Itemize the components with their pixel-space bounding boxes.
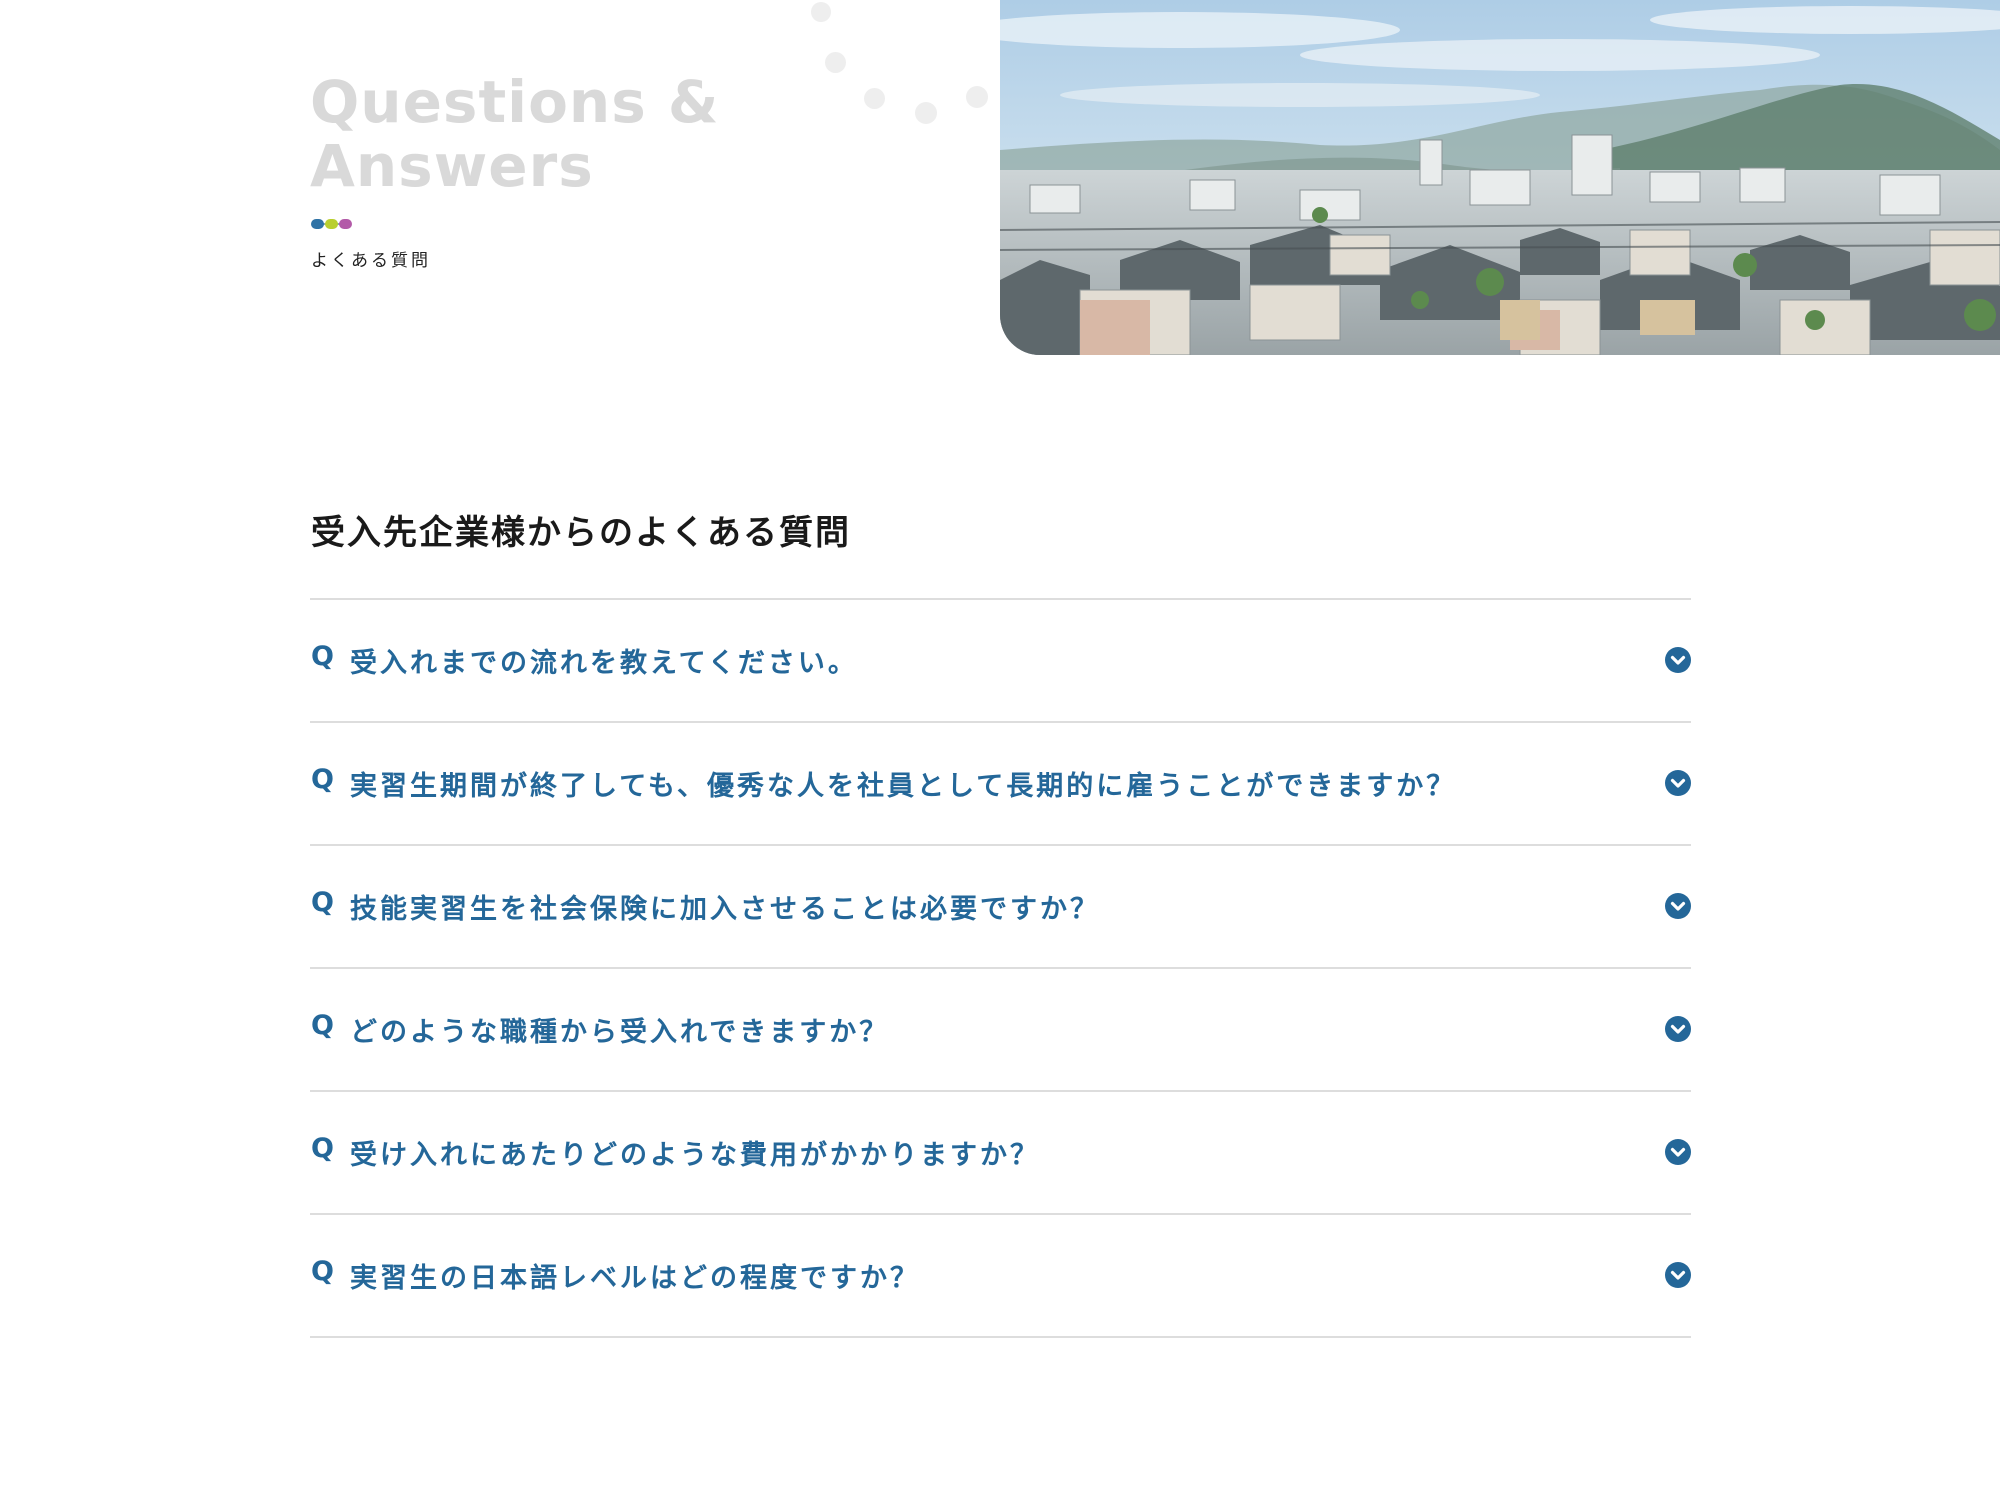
hero-subtitle: よくある質問 — [311, 251, 431, 271]
faq-item[interactable]: Q 受入れまでの流れを教えてください。 — [310, 600, 1691, 723]
faq-question-text: どのような職種から受入れできますか？ — [350, 1017, 890, 1048]
faq-question-text: 実習生の日本語レベルはどの程度ですか？ — [350, 1263, 920, 1294]
color-dots-decoration — [311, 219, 356, 229]
dot-green — [325, 219, 338, 229]
chevron-down-circle-icon[interactable] — [1665, 647, 1691, 673]
chevron-down-circle-icon[interactable] — [1665, 1139, 1691, 1165]
faq-question-text: 実習生期間が終了しても、優秀な人を社員として長期的に雇うことができますか？ — [350, 771, 1457, 802]
dot-purple — [339, 219, 352, 229]
faq-item[interactable]: Q 受け入れにあたりどのような費用がかかりますか？ — [310, 1092, 1691, 1215]
faq-item[interactable]: Q 技能実習生を社会保険に加入させることは必要ですか？ — [310, 846, 1691, 969]
faq-item[interactable]: Q どのような職種から受入れできますか？ — [310, 969, 1691, 1092]
faq-list: Q 受入れまでの流れを教えてください。 Q 実習生期間が終了しても、優秀な人を社員とし… — [310, 598, 1691, 1338]
chevron-down-circle-icon[interactable] — [1665, 1262, 1691, 1288]
faq-item[interactable]: Q 実習生の日本語レベルはどの程度ですか？ — [310, 1215, 1691, 1338]
faq-question-text: 受け入れにあたりどのような費用がかかりますか？ — [350, 1140, 1040, 1171]
city-landscape-image — [1000, 0, 2000, 355]
faq-q-marker: Q — [311, 1010, 335, 1041]
page: Questions & Answers よくある質問 受入先企業様からのよくある… — [0, 0, 2000, 1500]
faq-q-marker: Q — [311, 1256, 335, 1287]
hero-heading-line2: Answers — [310, 132, 594, 200]
faq-question-text: 技能実習生を社会保険に加入させることは必要ですか？ — [350, 894, 1100, 925]
chevron-down-circle-icon[interactable] — [1665, 1016, 1691, 1042]
faq-q-marker: Q — [311, 887, 335, 918]
faq-item[interactable]: Q 実習生期間が終了しても、優秀な人を社員として長期的に雇うことができますか？ — [310, 723, 1691, 846]
chevron-down-circle-icon[interactable] — [1665, 770, 1691, 796]
faq-q-marker: Q — [311, 1133, 335, 1164]
faq-section-title: 受入先企業様からのよくある質問 — [311, 513, 851, 553]
faq-q-marker: Q — [311, 641, 335, 672]
decorative-dots — [780, 0, 1010, 140]
hero-city-photo — [1000, 0, 2000, 355]
faq-question-text: 受入れまでの流れを教えてください。 — [350, 648, 858, 679]
faq-q-marker: Q — [311, 764, 335, 795]
dot-blue — [311, 219, 324, 229]
chevron-down-circle-icon[interactable] — [1665, 893, 1691, 919]
